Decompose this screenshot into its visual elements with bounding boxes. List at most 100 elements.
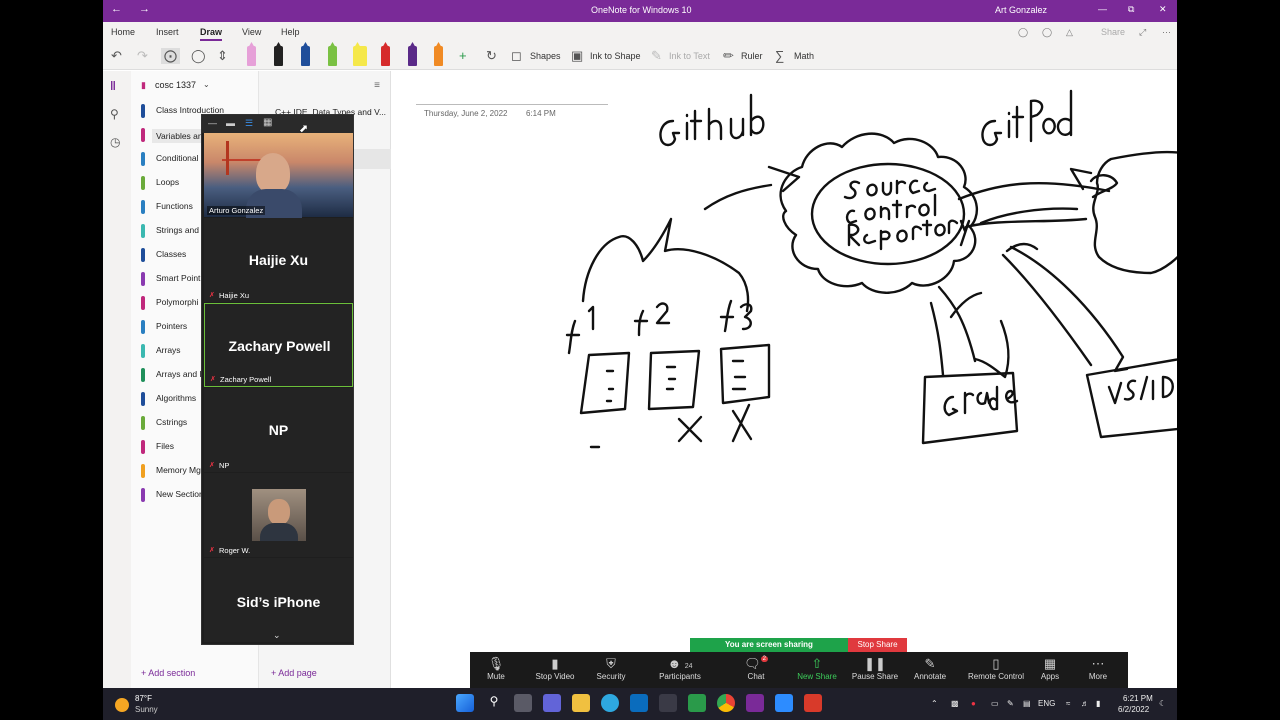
windows-start-icon[interactable] xyxy=(456,694,474,712)
notification-icon[interactable]: △ xyxy=(1066,27,1073,38)
ruler-icon[interactable]: ✏ xyxy=(723,48,734,64)
pen-blue-icon[interactable] xyxy=(301,46,310,66)
recorder-icon[interactable] xyxy=(804,694,822,712)
onenote-icon[interactable] xyxy=(746,694,764,712)
sun-weather-icon[interactable] xyxy=(115,698,129,712)
pause-share-button[interactable]: ❚❚ Pause Share xyxy=(845,656,905,681)
zoom-icon[interactable] xyxy=(775,694,793,712)
back-arrow-icon[interactable]: ← xyxy=(111,3,122,15)
weather-temp[interactable]: 87°F xyxy=(135,694,152,703)
task-view-icon[interactable] xyxy=(514,694,532,712)
bell-icon[interactable]: ◯ xyxy=(1018,27,1028,38)
math-icon[interactable]: ∑ xyxy=(775,48,784,63)
annotate-button[interactable]: ✎ Annotate xyxy=(900,656,960,681)
pen-green-icon[interactable] xyxy=(328,46,337,66)
ink-replay-icon[interactable]: ↻ xyxy=(486,48,497,64)
lasso-icon[interactable]: ◯ xyxy=(191,48,206,64)
ruler-button[interactable]: Ruler xyxy=(741,51,763,61)
pen-orange-icon[interactable] xyxy=(434,46,443,66)
more-button[interactable]: ⋯ More xyxy=(1076,656,1120,681)
section-item[interactable]: Loops xyxy=(156,177,179,187)
video-tile-zachary[interactable]: Zachary Powell ✗ Zachary Powell xyxy=(204,303,353,387)
forward-arrow-icon[interactable]: → xyxy=(139,3,150,15)
section-item[interactable]: Functions xyxy=(156,201,193,211)
section-item[interactable]: New Section xyxy=(156,489,204,499)
share-button[interactable]: Share xyxy=(1101,27,1125,37)
notebook-title[interactable]: cosc 1337 xyxy=(155,80,196,90)
gallery-view-icon[interactable]: ▦ xyxy=(263,117,272,128)
tab-insert[interactable]: Insert xyxy=(156,27,179,37)
thumbnail-view-icon[interactable]: ▬ xyxy=(226,118,235,128)
ink-to-text-icon[interactable]: ✎ xyxy=(651,48,662,64)
section-item[interactable]: Memory Mg xyxy=(156,465,201,475)
pen-black-icon[interactable] xyxy=(274,46,283,66)
tray-app-icon[interactable]: ▩ xyxy=(951,699,959,708)
tab-home[interactable]: Home xyxy=(111,27,135,37)
video-tile-haijie[interactable]: Haijie Xu ✗ Haijie Xu xyxy=(204,218,353,302)
scroll-down-chevron-icon[interactable]: ⌄ xyxy=(273,630,281,641)
tray-language[interactable]: ENG xyxy=(1038,699,1055,708)
minimize-button[interactable]: — xyxy=(1098,4,1107,14)
section-item[interactable]: Files xyxy=(156,441,174,451)
add-page-button[interactable]: + Add page xyxy=(271,668,317,678)
clock-date[interactable]: 6/2/2022 xyxy=(1118,705,1149,714)
tab-view[interactable]: View xyxy=(242,27,261,37)
account-name[interactable]: Art Gonzalez xyxy=(995,5,1047,15)
pen-pink-icon[interactable] xyxy=(247,46,256,66)
edge-browser-icon[interactable] xyxy=(601,694,619,712)
section-item[interactable]: Arrays and F xyxy=(156,369,205,379)
speaker-view-icon[interactable]: ☰ xyxy=(245,118,253,129)
add-section-button[interactable]: + Add section xyxy=(141,668,195,678)
tray-usb-icon[interactable]: ▭ xyxy=(991,699,999,708)
restore-button[interactable]: ⧉ xyxy=(1128,4,1134,15)
add-pen-icon[interactable]: + xyxy=(459,48,467,63)
tray-volume-icon[interactable]: ♬ xyxy=(1081,699,1089,708)
tray-battery-icon[interactable]: ▮ xyxy=(1096,699,1100,708)
mute-button[interactable]: 🎙 Mute xyxy=(466,656,526,681)
undo-icon[interactable]: ↶ xyxy=(111,48,122,64)
store-icon[interactable] xyxy=(659,694,677,712)
ink-drawing[interactable] xyxy=(391,71,1177,688)
section-item[interactable]: Smart Point xyxy=(156,273,200,283)
note-canvas[interactable]: Thursday, June 2, 2022 6:14 PM xyxy=(391,71,1177,688)
lightbulb-icon[interactable]: ◯ xyxy=(1042,27,1052,38)
pen-purple-icon[interactable] xyxy=(408,46,417,66)
file-explorer-icon[interactable] xyxy=(572,694,590,712)
clock-time[interactable]: 6:21 PM xyxy=(1123,694,1153,703)
math-button[interactable]: Math xyxy=(794,51,814,61)
close-button[interactable]: ✕ xyxy=(1159,4,1167,15)
ink-to-shape-icon[interactable]: ▣ xyxy=(571,48,583,64)
tray-network-icon[interactable]: ▤ xyxy=(1023,699,1031,708)
section-item[interactable]: Polymorphi xyxy=(156,297,199,307)
section-item[interactable]: Strings and xyxy=(156,225,199,235)
tray-wifi-icon[interactable]: ≈ xyxy=(1066,699,1070,708)
security-button[interactable]: ⛨ Security xyxy=(581,656,641,681)
add-space-icon[interactable]: ⇕ xyxy=(217,48,228,64)
section-item[interactable]: Conditional xyxy=(156,153,199,163)
chevron-down-icon[interactable]: ⌄ xyxy=(203,80,210,89)
chat-button[interactable]: 🗨 2 Chat xyxy=(726,656,786,681)
mail-icon[interactable] xyxy=(630,694,648,712)
redo-icon[interactable]: ↷ xyxy=(137,48,148,64)
chrome-icon[interactable] xyxy=(717,694,735,712)
fullscreen-icon[interactable]: ⤢ xyxy=(1139,27,1146,38)
ink-to-shape-button[interactable]: Ink to Shape xyxy=(590,51,641,61)
remote-control-button[interactable]: ▯ Remote Control xyxy=(964,656,1028,681)
sort-icon[interactable]: ≡ xyxy=(374,80,380,91)
tray-record-icon[interactable]: ● xyxy=(971,699,976,708)
notification-center-icon[interactable]: ☾ xyxy=(1159,699,1166,708)
tray-chevron-icon[interactable]: ⌃ xyxy=(931,699,938,708)
recent-clock-icon[interactable]: ◷ xyxy=(110,135,120,149)
camtasia-icon[interactable] xyxy=(688,694,706,712)
section-item[interactable]: Arrays xyxy=(156,345,181,355)
tray-pen-icon[interactable]: ✎ xyxy=(1007,699,1014,708)
more-options-icon[interactable]: ⋯ xyxy=(1162,27,1171,38)
stop-share-button[interactable]: Stop Share xyxy=(848,638,907,652)
search-icon[interactable]: ⚲ xyxy=(485,694,503,712)
stop-video-button[interactable]: ▮ Stop Video xyxy=(525,656,585,681)
shapes-icon[interactable]: ◻ xyxy=(511,48,522,64)
section-item[interactable]: Algorithms xyxy=(156,393,196,403)
pen-red-icon[interactable] xyxy=(381,46,390,66)
video-tile-arturo[interactable]: Arturo Gonzalez xyxy=(204,133,353,219)
section-item[interactable]: Pointers xyxy=(156,321,187,331)
